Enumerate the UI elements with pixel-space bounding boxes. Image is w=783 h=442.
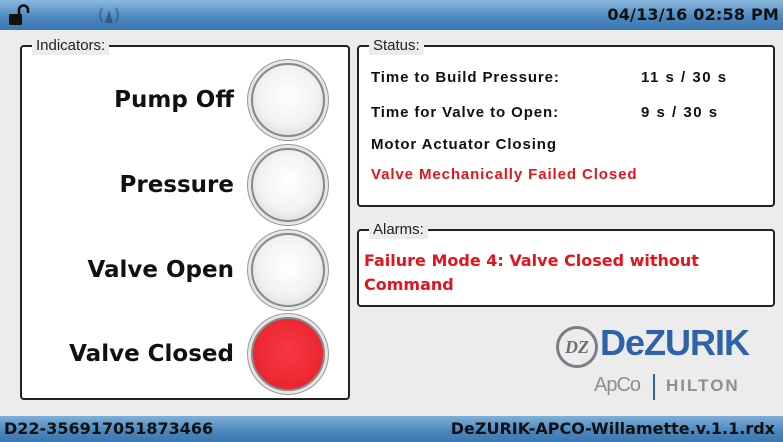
indicator-label: Pump Off — [114, 87, 234, 113]
alarm-message: Failure Mode 4: Valve Closed without Com… — [364, 251, 699, 294]
status-line: Motor Actuator Closing — [371, 136, 557, 153]
dezurik-mark-icon: DZ — [556, 326, 598, 368]
indicator-valve-closed: Valve Closed — [22, 314, 352, 394]
indicator-valve-open: Valve Open — [22, 230, 352, 310]
pressure-lamp — [251, 148, 325, 222]
pump-off-lamp — [251, 63, 325, 137]
indicator-label: Valve Open — [87, 257, 234, 283]
indicator-label: Pressure — [119, 172, 235, 198]
logo-hilton: HILTON — [666, 376, 740, 395]
status-value: 9 s / 30 s — [641, 104, 719, 121]
indicator-pump-off: Pump Off — [22, 60, 352, 140]
valve-open-lamp — [251, 233, 325, 307]
logo-name: DeZURIK — [600, 322, 750, 363]
wireless-signal-icon — [99, 7, 119, 23]
indicators-title: Indicators: — [32, 37, 110, 55]
status-failure-line: Valve Mechanically Failed Closed — [371, 166, 638, 183]
dezurik-logo: DZ DeZURIK ApCo HILTON — [556, 318, 776, 408]
status-line: Time to Build Pressure: — [371, 69, 560, 86]
bottom-status-bar: D22-356917051873466 DeZURIK-APCO-Willame… — [0, 416, 783, 442]
status-value: 11 s / 30 s — [641, 69, 728, 86]
date-time: 04/13/16 02:58 PM — [607, 5, 779, 24]
unlocked-padlock-icon[interactable] — [8, 4, 30, 26]
status-title: Status: — [369, 37, 424, 55]
top-status-bar: 04/13/16 02:58 PM — [0, 0, 783, 30]
status-panel: Status: Time to Build Pressure: 11 s / 3… — [357, 37, 775, 207]
indicator-pressure: Pressure — [22, 145, 352, 225]
alarms-title: Alarms: — [369, 221, 428, 239]
logo-apco: ApCo — [594, 374, 641, 396]
indicators-panel: Indicators: Pump Off Pressure Valve Open… — [20, 37, 352, 400]
config-filename: DeZURIK-APCO-Willamette.v.1.1.rdx — [450, 419, 775, 438]
valve-closed-lamp — [251, 317, 325, 391]
indicator-label: Valve Closed — [69, 341, 234, 367]
device-serial: D22-356917051873466 — [4, 419, 214, 438]
logo-divider — [653, 374, 655, 400]
status-line: Time for Valve to Open: — [371, 104, 559, 121]
alarms-panel: Alarms: Failure Mode 4: Valve Closed wit… — [357, 221, 775, 307]
